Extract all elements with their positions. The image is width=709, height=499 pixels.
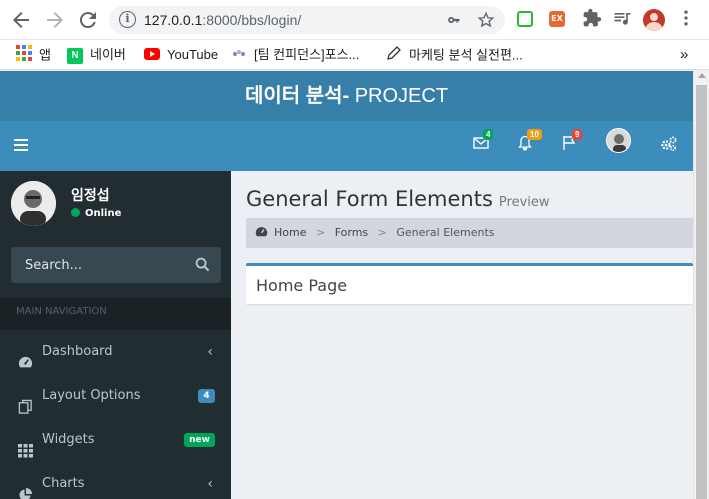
- breadcrumb: Home > Forms > General Elements: [246, 218, 693, 248]
- back-icon[interactable]: [9, 8, 33, 32]
- breadcrumb-home[interactable]: Home: [255, 226, 310, 239]
- widgets-new-badge: new: [184, 433, 215, 447]
- sidebar-toggle-icon[interactable]: [14, 139, 28, 151]
- layout-options-count-badge: 4: [198, 389, 215, 403]
- sidebar-item-layout-options[interactable]: Layout Options 4: [0, 374, 231, 418]
- forward-icon[interactable]: [43, 8, 67, 32]
- content-wrapper: General Form Elements Preview Home > Form…: [231, 171, 693, 499]
- control-sidebar-gears-icon[interactable]: [660, 135, 678, 153]
- scroll-up-arrow-icon[interactable]: [698, 73, 706, 78]
- bookmark-youtube[interactable]: YouTube: [144, 45, 218, 65]
- chevron-left-icon: ‹: [207, 344, 213, 360]
- user-status[interactable]: Online: [71, 208, 121, 219]
- address-bar[interactable]: i 127.0.0.1:8000/bbs/login/: [109, 6, 505, 34]
- apps-grid-icon: [16, 45, 32, 67]
- site-info-icon[interactable]: i: [119, 11, 136, 28]
- chevron-left-icon: ‹: [207, 476, 213, 492]
- user-panel: 임정섭 Online: [0, 171, 231, 237]
- top-navbar: 4 10 9: [0, 121, 693, 171]
- main-navigation-header: MAIN NAVIGATION: [0, 298, 231, 330]
- bookmarks-more-button[interactable]: »: [680, 45, 688, 65]
- dashboard-icon: [18, 345, 33, 368]
- search-icon[interactable]: [195, 257, 211, 273]
- menu-dots-icon[interactable]: [674, 8, 698, 32]
- bookmarks-bar: 앱 N 네이버 YouTube [팀 컨피던스]포스... 마케팅 분석 실전편.…: [0, 40, 709, 70]
- browser-toolbar: i 127.0.0.1:8000/bbs/login/ EX: [0, 0, 709, 40]
- extension-screen-icon[interactable]: [517, 11, 533, 27]
- pie-chart-icon: [18, 477, 33, 499]
- puzzle-icon[interactable]: [580, 8, 604, 32]
- team-icon: [231, 46, 247, 66]
- sidebar-item-dashboard[interactable]: Dashboard ‹: [0, 330, 231, 374]
- reload-icon[interactable]: [76, 8, 100, 32]
- main-sidebar: 임정섭 Online MAIN NAVIGATION Dashboard ‹ L…: [0, 171, 231, 499]
- user-name: 임정섭: [71, 187, 110, 203]
- extension-ex-icon[interactable]: EX: [549, 11, 565, 27]
- sidebar-item-charts[interactable]: Charts ‹: [0, 462, 231, 499]
- page-scrollbar[interactable]: [693, 71, 709, 499]
- box-title: Home Page: [256, 276, 348, 295]
- sidebar-search-input[interactable]: [11, 247, 191, 283]
- notifications-count-badge: 10: [527, 129, 542, 140]
- star-icon[interactable]: [477, 11, 495, 33]
- bookmark-marketing[interactable]: 마케팅 분석 실전편...: [386, 45, 523, 65]
- files-icon: [18, 389, 33, 414]
- pen-icon: [386, 45, 402, 67]
- th-icon: [18, 433, 33, 458]
- user-avatar: [11, 181, 56, 226]
- profile-avatar[interactable]: [643, 9, 665, 31]
- page-title: General Form Elements Preview: [246, 187, 550, 211]
- tasks-count-badge: 9: [572, 129, 583, 140]
- bookmark-team[interactable]: [팀 컨피던스]포스...: [231, 45, 359, 65]
- app-title: 데이터 분석- PROJECT: [0, 71, 693, 121]
- online-dot-icon: [71, 208, 80, 217]
- messages-count-badge: 4: [483, 129, 494, 140]
- bookmark-apps[interactable]: 앱: [16, 45, 51, 65]
- content-box: Home Page: [246, 263, 693, 304]
- media-icon[interactable]: [610, 8, 634, 32]
- navbar-user-avatar[interactable]: [606, 128, 631, 153]
- breadcrumb-forms[interactable]: Forms: [335, 226, 368, 239]
- url-text[interactable]: 127.0.0.1:8000/bbs/login/: [144, 12, 301, 28]
- key-icon[interactable]: [446, 11, 464, 33]
- youtube-icon: [144, 46, 160, 66]
- sidebar-search-form: [11, 247, 221, 283]
- dashboard-icon: [255, 220, 268, 250]
- page-subtitle: Preview: [498, 195, 550, 210]
- messages-icon[interactable]: 4: [473, 129, 494, 153]
- tasks-flag-icon[interactable]: 9: [562, 129, 583, 153]
- breadcrumb-general-elements: General Elements: [396, 226, 495, 239]
- scroll-thumb[interactable]: [696, 85, 707, 499]
- bookmark-naver[interactable]: N 네이버: [67, 45, 126, 65]
- sidebar-item-widgets[interactable]: Widgets new: [0, 418, 231, 462]
- naver-icon: N: [67, 47, 83, 64]
- notifications-icon[interactable]: 10: [517, 129, 542, 153]
